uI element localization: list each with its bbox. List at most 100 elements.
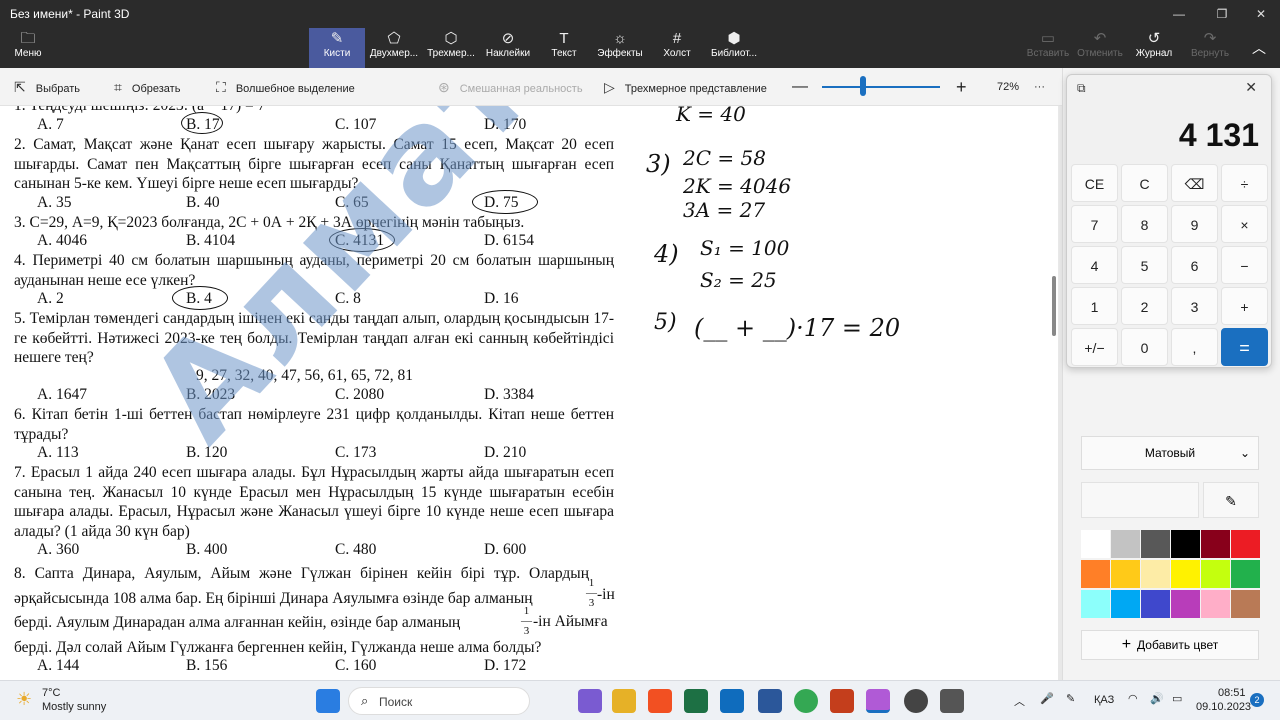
wifi-icon[interactable]: ◠ bbox=[1128, 692, 1138, 705]
color-swatch[interactable] bbox=[1201, 560, 1230, 588]
tab-brushes[interactable]: ✎ Кисти bbox=[309, 28, 365, 68]
tab-library[interactable]: ⬢ Библиот... bbox=[706, 28, 762, 68]
tab-stickers[interactable]: ⊘ Наклейки bbox=[480, 28, 536, 68]
tab-3d-shapes[interactable]: ⬡ Трехмер... bbox=[423, 28, 479, 68]
battery-icon[interactable]: ▭ bbox=[1172, 692, 1182, 705]
calc-key[interactable]: 5 bbox=[1121, 246, 1168, 284]
handwritten-note: 2C = 58 bbox=[683, 146, 766, 170]
volume-icon[interactable]: 🔊 bbox=[1150, 692, 1164, 705]
pen-icon[interactable]: ✎ bbox=[1066, 692, 1075, 705]
zoom-slider[interactable] bbox=[822, 86, 940, 88]
color-swatch[interactable] bbox=[1081, 560, 1110, 588]
zoom-out-icon[interactable]: — bbox=[792, 68, 808, 106]
language-indicator[interactable]: ҚАЗ bbox=[1094, 694, 1114, 706]
color-swatch[interactable] bbox=[1171, 530, 1200, 558]
undo-button[interactable]: ↶ Отменить bbox=[1072, 28, 1128, 68]
calc-key[interactable]: ⌫ bbox=[1171, 164, 1218, 202]
app-icon[interactable] bbox=[720, 689, 744, 713]
excel-icon[interactable] bbox=[684, 689, 708, 713]
crop-button[interactable]: ⌗ Обрезать bbox=[114, 68, 180, 106]
notification-badge[interactable]: 2 bbox=[1250, 693, 1264, 707]
microphone-icon[interactable]: 🎤 bbox=[1040, 692, 1054, 705]
canvas[interactable]: 1. Теңдеуді шешіңіз: 2023: (a − 17) = 7 … bbox=[0, 106, 1058, 680]
maximize-button[interactable]: ❐ bbox=[1205, 0, 1239, 28]
add-color-button[interactable]: + Добавить цвет bbox=[1081, 630, 1259, 660]
color-swatch[interactable] bbox=[1081, 590, 1110, 618]
color-swatch[interactable] bbox=[1231, 560, 1260, 588]
color-swatch[interactable] bbox=[1171, 590, 1200, 618]
calc-key[interactable]: − bbox=[1221, 246, 1268, 284]
calc-key[interactable]: CE bbox=[1071, 164, 1118, 202]
more-options-icon[interactable]: ··· bbox=[1034, 68, 1045, 106]
vertical-scrollbar[interactable] bbox=[1052, 276, 1056, 336]
chat-app-icon[interactable] bbox=[578, 689, 602, 713]
close-icon[interactable]: ✕ bbox=[1245, 79, 1257, 96]
3d-view-button[interactable]: ▷ Трехмерное представление bbox=[604, 68, 767, 106]
pin-icon[interactable]: ⧉ bbox=[1077, 81, 1086, 96]
finish-dropdown[interactable]: Матовый ⌄ bbox=[1081, 436, 1259, 470]
calc-key[interactable]: 4 bbox=[1071, 246, 1118, 284]
answer-option: D. 172 bbox=[484, 657, 527, 674]
chevron-up-icon[interactable]: ︿ bbox=[1014, 693, 1025, 709]
color-swatch[interactable] bbox=[1201, 590, 1230, 618]
magic-select-button[interactable]: ⛶ Волшебное выделение bbox=[216, 68, 355, 106]
file-explorer-icon[interactable] bbox=[612, 689, 636, 713]
calc-key[interactable]: = bbox=[1221, 328, 1268, 366]
calc-key[interactable]: + bbox=[1221, 287, 1268, 325]
calc-key[interactable]: +/− bbox=[1071, 328, 1118, 366]
clock-date[interactable]: 09.10.2023 bbox=[1196, 701, 1251, 713]
color-swatch[interactable] bbox=[1081, 530, 1110, 558]
calc-key[interactable]: C bbox=[1121, 164, 1168, 202]
calc-key[interactable]: 2 bbox=[1121, 287, 1168, 325]
minimize-button[interactable]: — bbox=[1162, 0, 1196, 28]
chrome-icon[interactable] bbox=[794, 689, 818, 713]
color-swatch[interactable] bbox=[1111, 590, 1140, 618]
paint3d-icon[interactable] bbox=[866, 689, 890, 713]
calc-key[interactable]: 9 bbox=[1171, 205, 1218, 243]
app-icon[interactable] bbox=[904, 689, 928, 713]
word-icon[interactable] bbox=[758, 689, 782, 713]
start-icon[interactable] bbox=[316, 689, 340, 713]
tab-text[interactable]: T Текст bbox=[537, 28, 591, 68]
color-swatch[interactable] bbox=[1231, 590, 1260, 618]
calculator-icon[interactable] bbox=[940, 689, 964, 713]
color-swatch[interactable] bbox=[1141, 560, 1170, 588]
close-window-button[interactable]: ✕ bbox=[1244, 0, 1278, 28]
color-swatch[interactable] bbox=[1201, 530, 1230, 558]
calc-key[interactable]: 6 bbox=[1171, 246, 1218, 284]
history-button[interactable]: ↺ Журнал bbox=[1128, 28, 1180, 68]
weather-icon[interactable]: ☀ bbox=[16, 689, 32, 710]
collapse-ribbon-icon[interactable]: ︿ bbox=[1244, 28, 1274, 68]
color-swatch[interactable] bbox=[1141, 530, 1170, 558]
calc-key[interactable]: , bbox=[1171, 328, 1218, 366]
answer-option: B. 400 bbox=[186, 541, 228, 558]
powerpoint-icon[interactable] bbox=[830, 689, 854, 713]
current-color-swatch[interactable] bbox=[1081, 482, 1199, 518]
select-button[interactable]: ⇱ Выбрать bbox=[14, 68, 80, 106]
clock-time[interactable]: 08:51 bbox=[1218, 687, 1246, 699]
calc-key[interactable]: × bbox=[1221, 205, 1268, 243]
calc-key[interactable]: 3 bbox=[1171, 287, 1218, 325]
mixed-reality-button[interactable]: ⊛ Смешанная реальность bbox=[438, 68, 583, 106]
tab-canvas[interactable]: # Холст bbox=[649, 28, 705, 68]
calc-key[interactable]: 0 bbox=[1121, 328, 1168, 366]
calc-key[interactable]: 1 bbox=[1071, 287, 1118, 325]
tab-effects[interactable]: ☼ Эффекты bbox=[592, 28, 648, 68]
office-icon[interactable] bbox=[648, 689, 672, 713]
color-swatch[interactable] bbox=[1171, 560, 1200, 588]
zoom-slider-thumb[interactable] bbox=[860, 76, 866, 96]
menu-button[interactable]: 🗀 Меню bbox=[6, 28, 50, 68]
calc-key[interactable]: 7 bbox=[1071, 205, 1118, 243]
color-swatch[interactable] bbox=[1141, 590, 1170, 618]
color-swatch[interactable] bbox=[1111, 530, 1140, 558]
paste-button[interactable]: ▭ Вставить bbox=[1020, 28, 1076, 68]
calc-key[interactable]: 8 bbox=[1121, 205, 1168, 243]
eyedropper-icon[interactable]: ✎ bbox=[1203, 482, 1259, 518]
search-box[interactable]: ⌕ Поиск bbox=[348, 687, 530, 715]
calc-key[interactable]: ÷ bbox=[1221, 164, 1268, 202]
color-swatch[interactable] bbox=[1111, 560, 1140, 588]
color-swatch[interactable] bbox=[1231, 530, 1260, 558]
redo-button[interactable]: ↷ Вернуть bbox=[1184, 28, 1236, 68]
zoom-in-icon[interactable]: + bbox=[956, 68, 967, 106]
tab-2d-shapes[interactable]: ⬠ Двухмер... bbox=[366, 28, 422, 68]
